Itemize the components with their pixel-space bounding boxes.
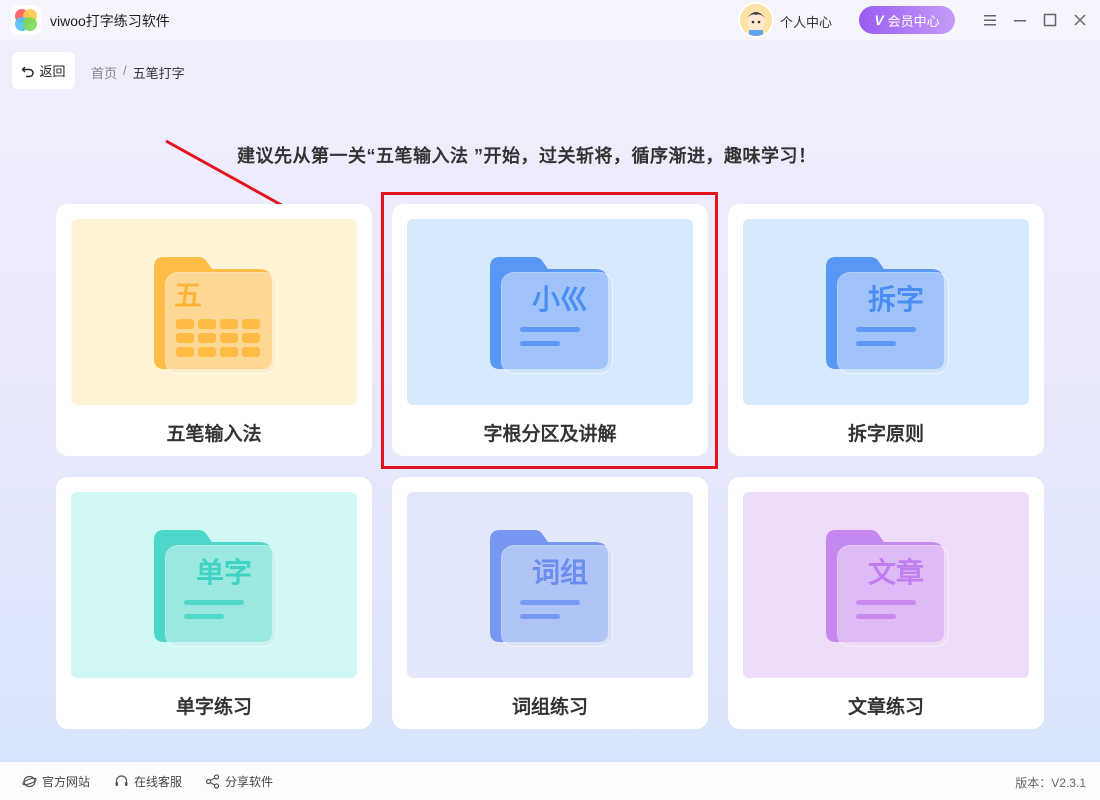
vip-center-button[interactable]: V 会员中心 [859,6,955,34]
footer: 官方网站 在线客服 分享软件 版本：V2.3.1 [0,762,1100,800]
official-website-link[interactable]: 官方网站 [22,773,90,790]
card-art: 小巛 [407,219,693,405]
card-label: 词组练习 [511,697,588,718]
avatar-icon [740,4,772,36]
card-radical-zones[interactable]: 小巛 字根分区及讲解 [392,204,708,456]
breadcrumb-separator: / [123,63,127,78]
menu-icon[interactable] [980,10,1000,30]
split-char-folder-icon: 拆字 [826,257,949,374]
avatar[interactable] [738,2,774,38]
share-software-link[interactable]: 分享软件 [205,773,273,790]
online-service-label: 在线客服 [134,775,183,789]
card-label: 字根分区及讲解 [483,424,617,445]
card-art: 单字 [71,492,357,678]
app-title: viwoo打字练习软件 [50,13,170,29]
folder-char: 词组 [532,556,588,589]
headset-icon [115,775,128,786]
hint-text: 建议先从第一关“五笔输入法 ”开始，过关斩将，循序渐进，趣味学习！ [237,146,817,166]
folder-char: 拆字 [868,283,924,316]
back-button[interactable]: 返回 [12,52,75,89]
version-text: 版本：V2.3.1 [1015,776,1086,790]
folder-char: 单字 [196,556,252,589]
card-label: 文章练习 [847,697,924,718]
undo-arrow-icon [21,66,35,77]
card-art: 五 [71,219,357,405]
official-website-label: 官方网站 [42,775,91,789]
close-icon[interactable] [1070,10,1090,30]
card-art: 拆字 [743,219,1029,405]
card-art: 词组 [407,492,693,678]
card-phrase-practice[interactable]: 词组 词组练习 [392,477,708,729]
card-label: 五笔输入法 [166,424,262,445]
app-logo-icon [11,5,41,35]
card-article-practice[interactable]: 文章 文章练习 [728,477,1044,729]
back-label: 返回 [39,64,66,79]
phrase-folder-icon: 词组 [490,530,613,647]
folder-char: 文章 [868,556,924,589]
article-folder-icon: 文章 [826,530,949,647]
breadcrumb-home[interactable]: 首页 [91,63,117,82]
card-single-char-practice[interactable]: 单字 单字练习 [56,477,372,729]
card-art: 文章 [743,492,1029,678]
keyboard-folder-icon: 五 [154,257,277,374]
online-service-link[interactable]: 在线客服 [114,773,182,790]
breadcrumb-current: 五笔打字 [132,66,185,81]
folder-char: 小巛 [532,283,588,316]
share-icon [205,774,220,789]
globe-icon [22,775,37,788]
vip-badge-icon: V [874,12,884,28]
folder-char: 五 [174,279,202,312]
share-software-label: 分享软件 [225,775,274,789]
minimize-icon[interactable] [1010,10,1030,30]
title-bar: viwoo打字练习软件 个人中心 V 会员中心 [0,0,1100,40]
breadcrumb: 首页 / 五笔打字 [91,63,185,82]
maximize-icon[interactable] [1040,10,1060,30]
card-wubi-input[interactable]: 五 五笔输入法 [56,204,372,456]
vip-center-label: 会员中心 [887,13,940,29]
card-label: 单字练习 [175,697,252,718]
card-label: 拆字原则 [847,424,924,445]
radicals-folder-icon: 小巛 [490,257,613,374]
card-split-rules[interactable]: 拆字 拆字原则 [728,204,1044,456]
single-char-folder-icon: 单字 [154,530,277,647]
personal-center-link[interactable]: 个人中心 [780,12,832,31]
